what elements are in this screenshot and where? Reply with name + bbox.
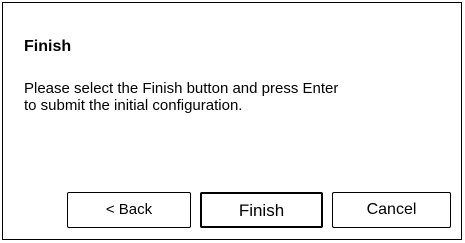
dialog-title: Finish [24, 38, 72, 55]
dialog-message: Please select the Finish button and pres… [24, 80, 339, 114]
back-button[interactable]: < Back [67, 192, 191, 228]
finish-dialog: Finish Please select the Finish button a… [2, 2, 462, 240]
finish-button[interactable]: Finish [200, 192, 323, 228]
cancel-button[interactable]: Cancel [332, 192, 451, 228]
